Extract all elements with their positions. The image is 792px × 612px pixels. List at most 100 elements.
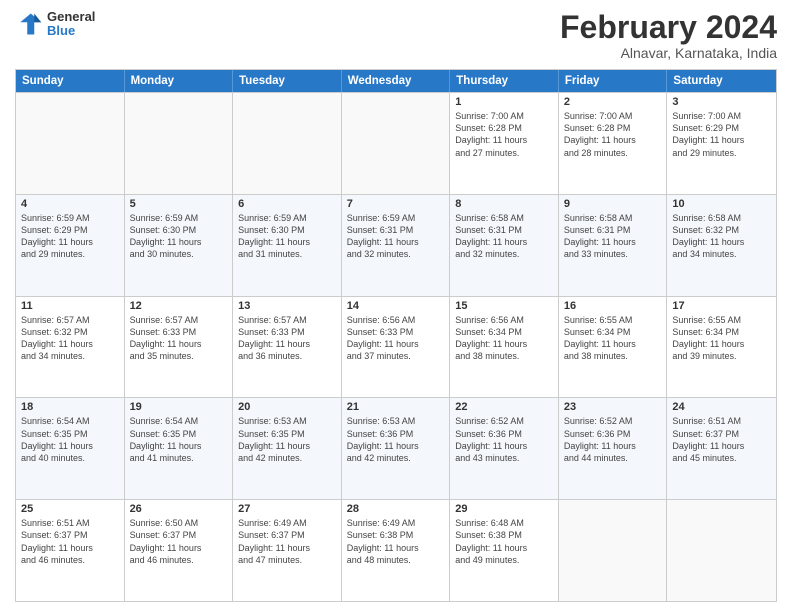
day-cell-14: 14 Sunrise: 6:56 AM Sunset: 6:33 PM Dayli… bbox=[342, 297, 451, 398]
weekday-header-tuesday: Tuesday bbox=[233, 70, 342, 92]
calendar-page: General Blue February 2024 Alnavar, Karn… bbox=[0, 0, 792, 612]
calendar-body: 1 Sunrise: 7:00 AM Sunset: 6:28 PM Daylig… bbox=[16, 92, 776, 601]
day-number: 9 bbox=[564, 198, 662, 210]
day-number: 20 bbox=[238, 401, 336, 413]
day-info: Sunrise: 6:59 AM Sunset: 6:29 PM Dayligh… bbox=[21, 212, 119, 261]
day-info: Sunrise: 6:57 AM Sunset: 6:32 PM Dayligh… bbox=[21, 314, 119, 363]
day-number: 16 bbox=[564, 300, 662, 312]
day-info: Sunrise: 6:51 AM Sunset: 6:37 PM Dayligh… bbox=[672, 415, 771, 464]
day-cell-23: 23Sunrise: 6:52 AM Sunset: 6:36 PM Dayli… bbox=[559, 398, 668, 499]
day-info: Sunrise: 6:55 AM Sunset: 6:34 PM Dayligh… bbox=[564, 314, 662, 363]
day-cell-6: 6 Sunrise: 6:59 AM Sunset: 6:30 PM Daylig… bbox=[233, 195, 342, 296]
day-number: 18 bbox=[21, 401, 119, 413]
weekday-header-sunday: Sunday bbox=[16, 70, 125, 92]
weekday-header-thursday: Thursday bbox=[450, 70, 559, 92]
day-info: Sunrise: 6:49 AM Sunset: 6:38 PM Dayligh… bbox=[347, 517, 445, 566]
day-info: Sunrise: 6:48 AM Sunset: 6:38 PM Dayligh… bbox=[455, 517, 553, 566]
weekday-header-saturday: Saturday bbox=[667, 70, 776, 92]
day-number: 14 bbox=[347, 300, 445, 312]
day-cell-5: 5Sunrise: 6:59 AM Sunset: 6:30 PM Daylig… bbox=[125, 195, 234, 296]
day-info: Sunrise: 6:59 AM Sunset: 6:30 PM Dayligh… bbox=[238, 212, 336, 261]
day-cell-3: 3Sunrise: 7:00 AM Sunset: 6:29 PM Daylig… bbox=[667, 93, 776, 194]
day-number: 7 bbox=[347, 198, 445, 210]
day-cell-empty bbox=[233, 93, 342, 194]
day-info: Sunrise: 6:52 AM Sunset: 6:36 PM Dayligh… bbox=[455, 415, 553, 464]
calendar-row-3: 11 Sunrise: 6:57 AM Sunset: 6:32 PM Dayli… bbox=[16, 296, 776, 398]
day-cell-21: 21Sunrise: 6:53 AM Sunset: 6:36 PM Dayli… bbox=[342, 398, 451, 499]
day-cell-8: 8 Sunrise: 6:58 AM Sunset: 6:31 PM Daylig… bbox=[450, 195, 559, 296]
day-info: Sunrise: 6:58 AM Sunset: 6:32 PM Dayligh… bbox=[672, 212, 771, 261]
day-cell-7: 7 Sunrise: 6:59 AM Sunset: 6:31 PM Daylig… bbox=[342, 195, 451, 296]
day-number: 6 bbox=[238, 198, 336, 210]
day-number: 1 bbox=[455, 96, 553, 108]
day-cell-29: 29Sunrise: 6:48 AM Sunset: 6:38 PM Dayli… bbox=[450, 500, 559, 601]
location-label: Alnavar, Karnataka, India bbox=[560, 45, 777, 61]
day-number: 8 bbox=[455, 198, 553, 210]
day-cell-15: 15Sunrise: 6:56 AM Sunset: 6:34 PM Dayli… bbox=[450, 297, 559, 398]
month-title: February 2024 bbox=[560, 10, 777, 45]
day-info: Sunrise: 6:53 AM Sunset: 6:35 PM Dayligh… bbox=[238, 415, 336, 464]
day-cell-16: 16 Sunrise: 6:55 AM Sunset: 6:34 PM Dayli… bbox=[559, 297, 668, 398]
day-info: Sunrise: 6:58 AM Sunset: 6:31 PM Dayligh… bbox=[455, 212, 553, 261]
calendar-row-2: 4 Sunrise: 6:59 AM Sunset: 6:29 PM Daylig… bbox=[16, 194, 776, 296]
day-cell-empty bbox=[125, 93, 234, 194]
day-cell-18: 18 Sunrise: 6:54 AM Sunset: 6:35 PM Dayli… bbox=[16, 398, 125, 499]
day-info: Sunrise: 6:50 AM Sunset: 6:37 PM Dayligh… bbox=[130, 517, 228, 566]
day-cell-empty bbox=[667, 500, 776, 601]
day-number: 17 bbox=[672, 300, 771, 312]
day-number: 11 bbox=[21, 300, 119, 312]
day-info: Sunrise: 6:57 AM Sunset: 6:33 PM Dayligh… bbox=[130, 314, 228, 363]
calendar-grid: SundayMondayTuesdayWednesdayThursdayFrid… bbox=[15, 69, 777, 602]
day-number: 26 bbox=[130, 503, 228, 515]
day-info: Sunrise: 6:55 AM Sunset: 6:34 PM Dayligh… bbox=[672, 314, 771, 363]
day-number: 12 bbox=[130, 300, 228, 312]
weekday-header-friday: Friday bbox=[559, 70, 668, 92]
day-info: Sunrise: 6:54 AM Sunset: 6:35 PM Dayligh… bbox=[21, 415, 119, 464]
day-cell-13: 13Sunrise: 6:57 AM Sunset: 6:33 PM Dayli… bbox=[233, 297, 342, 398]
day-cell-empty bbox=[559, 500, 668, 601]
page-header: General Blue February 2024 Alnavar, Karn… bbox=[15, 10, 777, 61]
day-cell-26: 26 Sunrise: 6:50 AM Sunset: 6:37 PM Dayli… bbox=[125, 500, 234, 601]
day-number: 21 bbox=[347, 401, 445, 413]
calendar-header: SundayMondayTuesdayWednesdayThursdayFrid… bbox=[16, 70, 776, 92]
day-cell-22: 22Sunrise: 6:52 AM Sunset: 6:36 PM Dayli… bbox=[450, 398, 559, 499]
day-number: 19 bbox=[130, 401, 228, 413]
calendar-row-1: 1 Sunrise: 7:00 AM Sunset: 6:28 PM Daylig… bbox=[16, 92, 776, 194]
day-cell-9: 9 Sunrise: 6:58 AM Sunset: 6:31 PM Daylig… bbox=[559, 195, 668, 296]
day-cell-2: 2Sunrise: 7:00 AM Sunset: 6:28 PM Daylig… bbox=[559, 93, 668, 194]
day-info: Sunrise: 7:00 AM Sunset: 6:29 PM Dayligh… bbox=[672, 110, 771, 159]
day-info: Sunrise: 6:49 AM Sunset: 6:37 PM Dayligh… bbox=[238, 517, 336, 566]
day-number: 13 bbox=[238, 300, 336, 312]
weekday-header-monday: Monday bbox=[125, 70, 234, 92]
day-cell-11: 11 Sunrise: 6:57 AM Sunset: 6:32 PM Dayli… bbox=[16, 297, 125, 398]
day-info: Sunrise: 6:59 AM Sunset: 6:30 PM Dayligh… bbox=[130, 212, 228, 261]
logo: General Blue bbox=[15, 10, 95, 39]
day-info: Sunrise: 6:59 AM Sunset: 6:31 PM Dayligh… bbox=[347, 212, 445, 261]
day-number: 10 bbox=[672, 198, 771, 210]
calendar-row-4: 18 Sunrise: 6:54 AM Sunset: 6:35 PM Dayli… bbox=[16, 397, 776, 499]
title-area: February 2024 Alnavar, Karnataka, India bbox=[560, 10, 777, 61]
day-cell-4: 4 Sunrise: 6:59 AM Sunset: 6:29 PM Daylig… bbox=[16, 195, 125, 296]
logo-blue-label: Blue bbox=[47, 24, 95, 38]
day-cell-24: 24 Sunrise: 6:51 AM Sunset: 6:37 PM Dayli… bbox=[667, 398, 776, 499]
day-cell-20: 20 Sunrise: 6:53 AM Sunset: 6:35 PM Dayli… bbox=[233, 398, 342, 499]
day-number: 2 bbox=[564, 96, 662, 108]
day-info: Sunrise: 6:56 AM Sunset: 6:33 PM Dayligh… bbox=[347, 314, 445, 363]
day-number: 15 bbox=[455, 300, 553, 312]
day-cell-19: 19 Sunrise: 6:54 AM Sunset: 6:35 PM Dayli… bbox=[125, 398, 234, 499]
logo-icon bbox=[15, 10, 43, 38]
day-info: Sunrise: 6:54 AM Sunset: 6:35 PM Dayligh… bbox=[130, 415, 228, 464]
day-info: Sunrise: 6:58 AM Sunset: 6:31 PM Dayligh… bbox=[564, 212, 662, 261]
logo-text: General Blue bbox=[47, 10, 95, 39]
logo-general-label: General bbox=[47, 10, 95, 24]
day-cell-empty bbox=[342, 93, 451, 194]
day-number: 25 bbox=[21, 503, 119, 515]
day-info: Sunrise: 6:52 AM Sunset: 6:36 PM Dayligh… bbox=[564, 415, 662, 464]
day-number: 24 bbox=[672, 401, 771, 413]
day-info: Sunrise: 7:00 AM Sunset: 6:28 PM Dayligh… bbox=[455, 110, 553, 159]
day-cell-1: 1 Sunrise: 7:00 AM Sunset: 6:28 PM Daylig… bbox=[450, 93, 559, 194]
day-number: 28 bbox=[347, 503, 445, 515]
day-cell-empty bbox=[16, 93, 125, 194]
day-number: 4 bbox=[21, 198, 119, 210]
weekday-header-wednesday: Wednesday bbox=[342, 70, 451, 92]
